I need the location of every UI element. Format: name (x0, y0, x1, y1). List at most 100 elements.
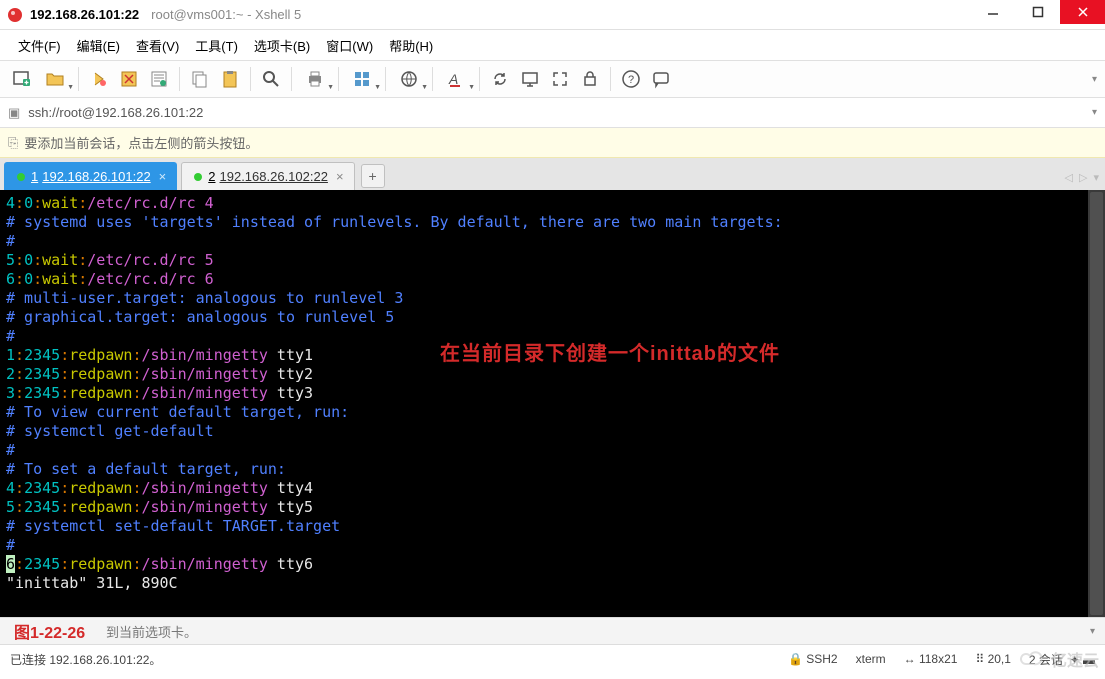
properties-icon[interactable] (145, 65, 173, 93)
footer-dropdown-icon[interactable]: ▾ (1090, 626, 1095, 637)
chat-icon[interactable] (647, 65, 675, 93)
window-title: 192.168.26.101:22 (30, 7, 139, 22)
lock-screen-icon[interactable] (516, 65, 544, 93)
watermark: 亿速云 (1019, 647, 1099, 671)
terminal-line: # systemctl set-default TARGET.target (6, 517, 1099, 536)
terminal-line: 3:2345:redpawn:/sbin/mingetty tty3 (6, 384, 1099, 403)
terminal-line: # systemd uses 'targets' instead of runl… (6, 213, 1099, 232)
address-dropdown-icon[interactable]: ▾ (1092, 107, 1097, 118)
new-session-icon[interactable] (8, 65, 36, 93)
tab-menu-icon[interactable]: ▾ (1093, 171, 1099, 184)
session-icon: ▣ (8, 105, 20, 121)
terminal[interactable]: 4:0:wait:/etc/rc.d/rc 4# systemd uses 't… (0, 190, 1105, 617)
status-lock-icon: 🔒 SSH2 (788, 652, 838, 666)
annotation-overlay: 在当前目录下创建一个inittab的文件 (440, 345, 780, 364)
status-dot-icon (194, 173, 202, 181)
font-icon[interactable]: A▼ (439, 65, 473, 93)
toolbar-separator (179, 67, 180, 91)
tab-close-icon[interactable]: × (159, 169, 167, 184)
toolbar: ▼ ▼ ▼ ▼ A▼? ▾ (0, 60, 1105, 98)
paste-icon[interactable] (216, 65, 244, 93)
toolbar-separator (78, 67, 79, 91)
session-tab-1[interactable]: 2 192.168.26.102:22 × (181, 162, 354, 190)
tab-number: 2 (208, 169, 215, 184)
toolbar-separator (610, 67, 611, 91)
menu-item-1[interactable]: 编辑(E) (69, 32, 128, 59)
terminal-line: # (6, 441, 1099, 460)
key-icon[interactable] (576, 65, 604, 93)
status-term: xterm (856, 652, 886, 666)
close-button[interactable] (1060, 0, 1105, 24)
tab-label: 192.168.26.102:22 (220, 169, 328, 184)
reconnect-icon[interactable] (85, 65, 113, 93)
toolbar-separator (479, 67, 480, 91)
terminal-line: 5:2345:redpawn:/sbin/mingetty tty5 (6, 498, 1099, 517)
toolbar-separator (385, 67, 386, 91)
footer-tab-area: 图1-22-26 到当前选项卡。 ▾ (0, 617, 1105, 645)
copy-icon[interactable] (186, 65, 214, 93)
search-icon[interactable] (257, 65, 285, 93)
address-text[interactable]: ssh://root@192.168.26.101:22 (28, 105, 203, 120)
terminal-line: # (6, 232, 1099, 251)
menubar: 文件(F)编辑(E)查看(V)工具(T)选项卡(B)窗口(W)帮助(H) (0, 30, 1105, 60)
disconnect-icon[interactable] (115, 65, 143, 93)
menu-item-0[interactable]: 文件(F) (10, 32, 69, 59)
session-tab-0[interactable]: 1 192.168.26.101:22 × (4, 162, 177, 190)
tab-number: 1 (31, 169, 38, 184)
status-cursor: ⠿ 20,1 (975, 652, 1010, 666)
sync-icon[interactable] (486, 65, 514, 93)
terminal-line: 4:2345:redpawn:/sbin/mingetty tty4 (6, 479, 1099, 498)
hint-text: 要添加当前会话，点击左侧的箭头按钮。 (24, 133, 258, 152)
menu-item-6[interactable]: 帮助(H) (381, 32, 441, 59)
fullscreen-icon[interactable] (546, 65, 574, 93)
figure-label: 图1-22-26 (14, 619, 85, 643)
tab-prev-icon[interactable]: ◁ (1065, 171, 1073, 184)
menu-item-5[interactable]: 窗口(W) (318, 32, 381, 59)
toolbar-separator (250, 67, 251, 91)
toolbar-overflow-icon[interactable]: ▾ (1092, 74, 1097, 85)
menu-item-4[interactable]: 选项卡(B) (246, 32, 318, 59)
svg-text:?: ? (628, 74, 634, 86)
terminal-line: # systemctl get-default (6, 422, 1099, 441)
hint-arrow-icon[interactable]: ⎘ (8, 135, 18, 151)
add-tab-button[interactable]: + (361, 164, 385, 188)
help-icon[interactable]: ? (617, 65, 645, 93)
minimize-button[interactable] (970, 0, 1015, 24)
tab-close-icon[interactable]: × (336, 169, 344, 184)
status-connection: 已连接 192.168.26.101:22。 (10, 651, 161, 668)
hint-bar: ⎘ 要添加当前会话，点击左侧的箭头按钮。 (0, 128, 1105, 158)
status-ssh: SSH2 (806, 652, 837, 666)
terminal-line: "inittab" 31L, 890C (6, 574, 1099, 593)
tab-nav: ◁ ▷ ▾ (1065, 171, 1099, 184)
footer-hint-text: 到当前选项卡。 (106, 622, 197, 641)
toolbar-separator (432, 67, 433, 91)
menu-item-2[interactable]: 查看(V) (128, 32, 187, 59)
app-icon (6, 6, 24, 24)
window-controls (970, 0, 1105, 24)
terminal-line: 6:2345:redpawn:/sbin/mingetty tty6 (6, 555, 1099, 574)
layout-icon[interactable]: ▼ (345, 65, 379, 93)
maximize-button[interactable] (1015, 0, 1060, 24)
status-bar: 已连接 192.168.26.101:22。 🔒 SSH2 xterm ↔ 11… (0, 645, 1105, 673)
terminal-line: # To view current default target, run: (6, 403, 1099, 422)
terminal-line: # graphical.target: analogous to runleve… (6, 308, 1099, 327)
toolbar-separator (338, 67, 339, 91)
menu-item-3[interactable]: 工具(T) (187, 32, 246, 59)
terminal-line: # (6, 536, 1099, 555)
print-icon[interactable]: ▼ (298, 65, 332, 93)
titlebar: 192.168.26.101:22 root@vms001:~ - Xshell… (0, 0, 1105, 30)
terminal-scrollbar[interactable] (1088, 190, 1105, 617)
tab-next-icon[interactable]: ▷ (1079, 171, 1087, 184)
tab-label: 192.168.26.101:22 (42, 169, 150, 184)
globe-icon[interactable]: ▼ (392, 65, 426, 93)
tab-bar: 1192.168.26.101:22×2192.168.26.102:22×+ … (0, 158, 1105, 190)
status-dot-icon (17, 173, 25, 181)
open-icon[interactable]: ▼ (38, 65, 72, 93)
terminal-line: 5:0:wait:/etc/rc.d/rc 5 (6, 251, 1099, 270)
status-size: ↔ 118x21 (904, 652, 958, 666)
address-bar: ▣ ssh://root@192.168.26.101:22 ▾ (0, 98, 1105, 128)
terminal-line: # To set a default target, run: (6, 460, 1099, 479)
terminal-line: 4:0:wait:/etc/rc.d/rc 4 (6, 194, 1099, 213)
window-subtitle: root@vms001:~ - Xshell 5 (151, 7, 301, 22)
terminal-line: # multi-user.target: analogous to runlev… (6, 289, 1099, 308)
